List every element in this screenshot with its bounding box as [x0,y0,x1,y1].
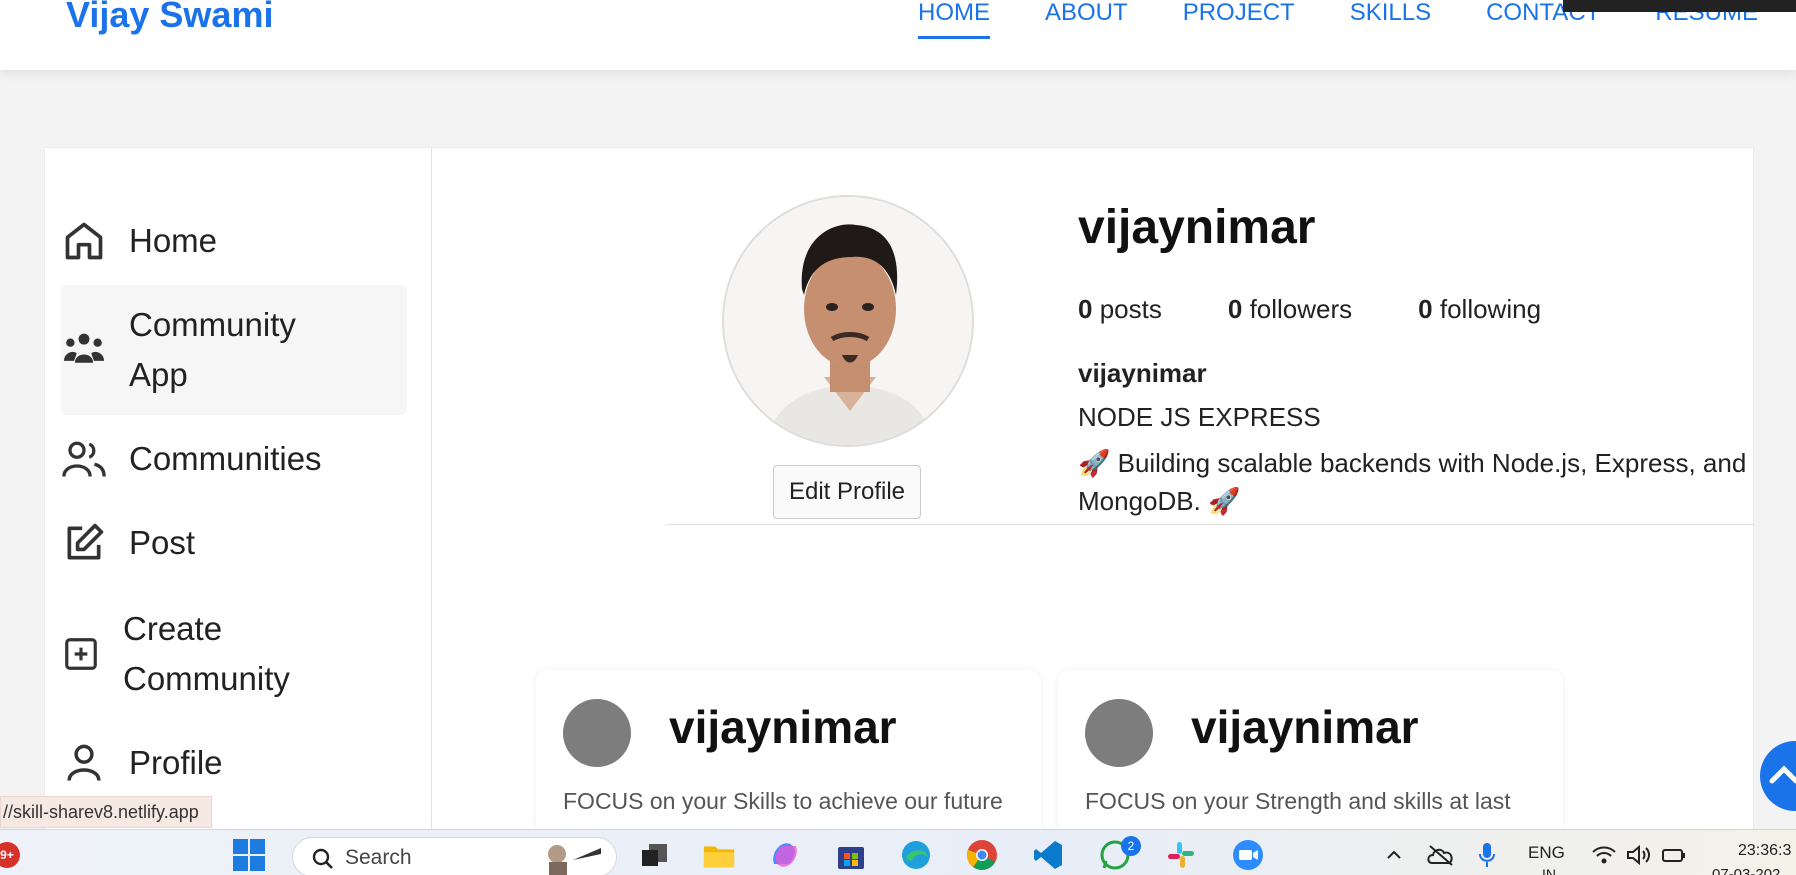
posts-count: 0 [1078,294,1093,324]
top-navbar: Vijay Swami HOME ABOUT PROJECT SKILLS CO… [0,0,1796,70]
sidebar-item-label: Post [129,524,196,561]
clock-date: 07-03-202 [1712,866,1781,875]
profile-divider [667,524,1755,525]
chrome-browser-icon[interactable] [965,838,999,872]
taskbar: 9+ Search 2 ENG IN 23:36:3 07-03-202 [0,829,1796,875]
plus-square-icon [61,631,101,677]
sidebar-item-profile[interactable]: Profile [61,738,223,788]
battery-icon[interactable] [1657,838,1691,872]
nav-skills[interactable]: SKILLS [1350,0,1431,34]
posts-stat: 0 posts [1078,294,1162,325]
sidebar-item-home[interactable]: Home [61,216,217,266]
taskbar-search[interactable]: Search [292,837,617,875]
bio-text: 🚀 Building scalable backends with Node.j… [1078,448,1747,516]
volume-icon[interactable] [1622,838,1656,872]
notification-badge: 9+ [0,842,20,868]
sidebar-item-communities[interactable]: Communities [61,434,322,484]
zoom-icon[interactable] [1231,838,1265,872]
file-explorer-icon[interactable] [702,838,736,872]
post-avatar [1085,699,1153,767]
nav-about[interactable]: ABOUT [1045,0,1128,34]
user-icon [61,740,107,786]
post-text: FOCUS on your Strength and skills at las… [1085,788,1511,814]
edit-icon [61,520,107,566]
post-avatar [563,699,631,767]
home-icon [61,218,107,264]
edit-profile-button[interactable]: Edit Profile [773,465,921,519]
search-highlight-icon [548,845,601,875]
windows-start-icon[interactable] [232,838,266,872]
whatsapp-unread-badge: 2 [1121,836,1141,856]
profile-username: vijaynimar [1078,201,1316,254]
copilot-icon[interactable] [768,838,802,872]
vscode-icon[interactable] [1031,838,1065,872]
post-card[interactable]: vijaynimar FOCUS on your Strength and sk… [1058,670,1563,840]
sidebar-item-label: Profile [129,744,223,781]
nav-project[interactable]: PROJECT [1183,0,1295,34]
sidebar-item-label: Create Community [123,610,290,697]
followers-count: 0 [1227,294,1243,324]
following-stat[interactable]: 0 following [1418,294,1541,325]
nav-home[interactable]: HOME [918,0,990,39]
followers-label: followers [1249,294,1353,324]
post-username: vijaynimar [669,701,897,753]
sidebar-item-label: Home [129,222,218,259]
onedrive-offline-icon[interactable] [1424,838,1458,872]
users-group-icon [61,327,107,373]
sidebar-item-community-app[interactable]: Community App [61,285,407,415]
status-bar-url: //skill-sharev8.netlify.app [0,796,212,828]
clock-time[interactable]: 23:36:3 [1738,842,1791,860]
search-icon [312,848,333,869]
brand-logo[interactable]: Vijay Swami [66,0,273,36]
sidebar-item-create-community[interactable]: Create Community [61,604,353,704]
post-username: vijaynimar [1191,701,1419,753]
bio-title: NODE JS EXPRESS [1078,402,1321,432]
slack-icon[interactable] [1164,838,1198,872]
language-indicator[interactable]: ENG [1528,843,1565,863]
profile-stats: 0 posts 0 followers 0 following [1078,294,1541,325]
followers-stat[interactable]: 0 followers [1228,294,1352,325]
wifi-icon[interactable] [1587,838,1621,872]
chevron-up-icon[interactable] [1377,838,1411,872]
language-region: IN [1542,866,1556,875]
edge-browser-icon[interactable] [899,838,933,872]
task-view-icon[interactable] [637,838,671,872]
overlay-window-edge [1563,0,1796,12]
search-placeholder: Search [345,846,412,869]
microphone-icon[interactable] [1470,838,1504,872]
sidebar: Home Community App Communities Post Crea [45,148,432,838]
microsoft-store-icon[interactable] [834,838,868,872]
post-text: FOCUS on your Skills to achieve our futu… [563,788,1003,814]
following-count: 0 [1418,294,1433,324]
people-icon [61,436,107,482]
posts-label: posts [1099,294,1162,324]
sidebar-item-label: Community App [129,306,296,393]
sidebar-item-post[interactable]: Post [61,518,195,568]
scroll-to-top-button[interactable] [1760,741,1796,811]
main-panel: Home Community App Communities Post Crea [44,147,1755,840]
profile-avatar [722,195,974,447]
post-card[interactable]: vijaynimar FOCUS on your Skills to achie… [536,670,1041,840]
sidebar-item-label: Communities [129,440,322,477]
following-label: following [1439,294,1542,324]
bio-name: vijaynimar [1078,358,1207,388]
chevron-up-icon [1769,765,1796,784]
